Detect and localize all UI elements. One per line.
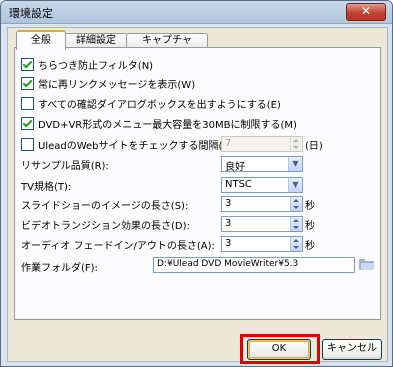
resample-value: 良好 <box>225 162 245 173</box>
web-check-spin-buttons[interactable] <box>290 137 302 151</box>
web-check-label: UleadのWebサイトをチェックする間隔(C): <box>38 140 237 152</box>
relink-message-checkbox[interactable] <box>21 76 34 90</box>
spin-down-icon[interactable] <box>293 246 299 249</box>
tab-general[interactable]: 全般 <box>16 30 66 50</box>
spin-down-icon[interactable] <box>293 146 299 149</box>
resample-select[interactable]: 良好 ▼ <box>221 156 303 173</box>
audio-fade-label: オーディオ フェードイン/アウトの長さ(A): <box>21 241 215 252</box>
window-title: 環境設定 <box>9 7 53 20</box>
web-check-interval-value: 7 <box>225 138 232 149</box>
audio-fade-duration-value: 3 <box>225 238 232 249</box>
cancel-button[interactable]: キャンセル <box>322 339 382 360</box>
slideshow-spin-buttons[interactable] <box>290 197 302 211</box>
audio-fade-spin-buttons[interactable] <box>290 237 302 251</box>
web-check-interval-stepper[interactable]: 7 <box>221 136 303 152</box>
audio-fade-duration-stepper[interactable]: 3 <box>221 236 303 252</box>
dvd-menu-limit-option[interactable]: DVD+VR形式のメニュー最大容量を30MBに制限する(M) <box>21 115 297 131</box>
transition-spin-buttons[interactable] <box>290 217 302 231</box>
transition-label: ビデオトランジション効果の長さ(D): <box>21 221 190 232</box>
flicker-filter-option[interactable]: ちらつき防止フィルタ(N) <box>21 56 153 72</box>
confirm-dialogs-option[interactable]: すべての確認ダイアログボックスを出すようにする(E) <box>21 95 281 111</box>
transition-unit: 秒 <box>305 221 315 232</box>
audio-fade-unit: 秒 <box>305 241 315 252</box>
web-check-checkbox[interactable] <box>21 137 34 151</box>
spin-down-icon[interactable] <box>293 206 299 209</box>
general-panel: ちらつき防止フィルタ(N) 常に再リンクメッセージを表示(W) すべての確認ダイ… <box>14 47 381 320</box>
work-folder-value: D:¥Ulead DVD MovieWriter¥5.3 <box>157 259 299 269</box>
close-button[interactable]: ✕ <box>346 3 386 21</box>
dvd-menu-limit-label: DVD+VR形式のメニュー最大容量を30MBに制限する(M) <box>38 119 297 131</box>
relink-message-label: 常に再リンクメッセージを表示(W) <box>38 79 196 91</box>
confirm-dialogs-checkbox[interactable] <box>21 96 34 110</box>
folder-front-shape <box>361 263 374 270</box>
slideshow-label: スライドショーのイメージの長さ(S): <box>21 201 189 212</box>
folder-tab-shape <box>359 259 365 262</box>
title-bar[interactable]: 環境設定 ✕ <box>1 1 392 24</box>
chevron-down-icon[interactable]: ▼ <box>288 157 302 171</box>
confirm-dialogs-label: すべての確認ダイアログボックスを出すようにする(E) <box>38 99 281 111</box>
flicker-filter-checkbox[interactable] <box>21 57 34 71</box>
spin-up-icon[interactable] <box>293 199 299 202</box>
tab-advanced[interactable]: 詳細設定 <box>64 33 128 48</box>
ok-button[interactable]: OK <box>247 339 311 360</box>
dialog-body: 全般 詳細設定 キャプチャ ちらつき防止フィルタ(N) 常に再リンクメッセージを… <box>7 27 388 364</box>
slideshow-duration-stepper[interactable]: 3 <box>221 196 303 212</box>
spin-up-icon[interactable] <box>293 239 299 242</box>
tv-standard-label: TV規格(T): <box>21 182 72 193</box>
web-check-option[interactable]: UleadのWebサイトをチェックする間隔(C): <box>21 136 237 152</box>
transition-duration-value: 3 <box>225 218 232 229</box>
tab-capture[interactable]: キャプチャ <box>126 33 208 48</box>
flicker-filter-label: ちらつき防止フィルタ(N) <box>38 60 154 72</box>
work-folder-label: 作業フォルダ(F): <box>21 263 98 274</box>
tv-standard-value: NTSC <box>225 179 252 190</box>
slideshow-unit: 秒 <box>305 201 315 212</box>
spin-up-icon[interactable] <box>293 219 299 222</box>
resample-label: リサンプル品質(R): <box>21 161 109 172</box>
settings-dialog: 環境設定 ✕ 全般 詳細設定 キャプチャ ちらつき防止フィルタ(N) 常に再リン… <box>0 0 393 367</box>
spin-down-icon[interactable] <box>293 226 299 229</box>
dvd-menu-limit-checkbox[interactable] <box>21 116 34 130</box>
slideshow-duration-value: 3 <box>225 198 232 209</box>
relink-message-option[interactable]: 常に再リンクメッセージを表示(W) <box>21 75 195 91</box>
folder-icon[interactable] <box>359 259 374 270</box>
chevron-down-icon[interactable]: ▼ <box>288 178 302 192</box>
transition-duration-stepper[interactable]: 3 <box>221 216 303 232</box>
web-check-unit: (日) <box>305 141 323 152</box>
tv-standard-select[interactable]: NTSC ▼ <box>221 177 303 193</box>
spin-up-icon[interactable] <box>293 139 299 142</box>
work-folder-input[interactable]: D:¥Ulead DVD MovieWriter¥5.3 <box>153 257 355 273</box>
